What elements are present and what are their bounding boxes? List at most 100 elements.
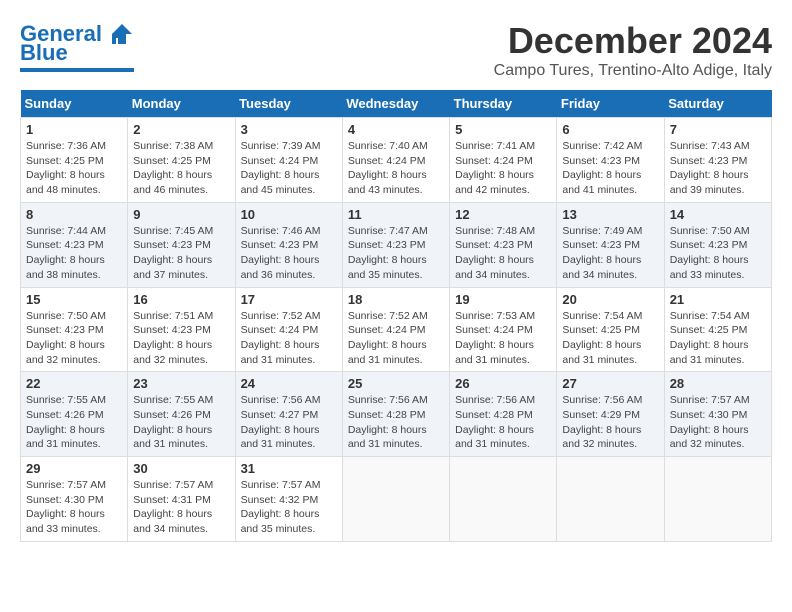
day-detail: Sunrise: 7:56 AM Sunset: 4:27 PM Dayligh… (241, 393, 337, 452)
sunset-text: Sunset: 4:23 PM (562, 238, 658, 253)
day-detail: Sunrise: 7:56 AM Sunset: 4:28 PM Dayligh… (348, 393, 444, 452)
sunset-text: Sunset: 4:26 PM (26, 408, 122, 423)
day-number: 30 (133, 461, 229, 476)
col-tuesday: Tuesday (235, 90, 342, 118)
calendar-cell: 31 Sunrise: 7:57 AM Sunset: 4:32 PM Dayl… (235, 457, 342, 542)
calendar-cell: 12 Sunrise: 7:48 AM Sunset: 4:23 PM Dayl… (450, 202, 557, 287)
calendar-cell: 15 Sunrise: 7:50 AM Sunset: 4:23 PM Dayl… (21, 287, 128, 372)
col-monday: Monday (128, 90, 235, 118)
sunset-text: Sunset: 4:29 PM (562, 408, 658, 423)
calendar-cell: 13 Sunrise: 7:49 AM Sunset: 4:23 PM Dayl… (557, 202, 664, 287)
sunrise-text: Sunrise: 7:56 AM (562, 393, 658, 408)
day-number: 2 (133, 122, 229, 137)
col-saturday: Saturday (664, 90, 771, 118)
calendar-cell: 27 Sunrise: 7:56 AM Sunset: 4:29 PM Dayl… (557, 372, 664, 457)
sunrise-text: Sunrise: 7:55 AM (26, 393, 122, 408)
day-number: 9 (133, 207, 229, 222)
daylight-text: Daylight: 8 hours and 31 minutes. (670, 338, 766, 367)
calendar-week-1: 1 Sunrise: 7:36 AM Sunset: 4:25 PM Dayli… (21, 118, 772, 203)
sunset-text: Sunset: 4:23 PM (26, 238, 122, 253)
sunrise-text: Sunrise: 7:38 AM (133, 139, 229, 154)
day-number: 8 (26, 207, 122, 222)
calendar-cell: 17 Sunrise: 7:52 AM Sunset: 4:24 PM Dayl… (235, 287, 342, 372)
sunset-text: Sunset: 4:25 PM (562, 323, 658, 338)
day-detail: Sunrise: 7:57 AM Sunset: 4:31 PM Dayligh… (133, 478, 229, 537)
sunset-text: Sunset: 4:25 PM (26, 154, 122, 169)
calendar-week-5: 29 Sunrise: 7:57 AM Sunset: 4:30 PM Dayl… (21, 457, 772, 542)
day-number: 19 (455, 292, 551, 307)
daylight-text: Daylight: 8 hours and 34 minutes. (133, 507, 229, 536)
title-section: December 2024 Campo Tures, Trentino-Alto… (494, 20, 772, 80)
day-detail: Sunrise: 7:36 AM Sunset: 4:25 PM Dayligh… (26, 139, 122, 198)
daylight-text: Daylight: 8 hours and 34 minutes. (455, 253, 551, 282)
calendar-cell: 22 Sunrise: 7:55 AM Sunset: 4:26 PM Dayl… (21, 372, 128, 457)
daylight-text: Daylight: 8 hours and 31 minutes. (241, 338, 337, 367)
sunrise-text: Sunrise: 7:36 AM (26, 139, 122, 154)
daylight-text: Daylight: 8 hours and 45 minutes. (241, 168, 337, 197)
sunset-text: Sunset: 4:23 PM (670, 238, 766, 253)
calendar-cell: 25 Sunrise: 7:56 AM Sunset: 4:28 PM Dayl… (342, 372, 449, 457)
sunrise-text: Sunrise: 7:47 AM (348, 224, 444, 239)
calendar-cell (664, 457, 771, 542)
sunset-text: Sunset: 4:24 PM (455, 323, 551, 338)
sunrise-text: Sunrise: 7:57 AM (670, 393, 766, 408)
day-number: 14 (670, 207, 766, 222)
logo-icon (104, 20, 134, 48)
sunset-text: Sunset: 4:31 PM (133, 493, 229, 508)
calendar-cell: 3 Sunrise: 7:39 AM Sunset: 4:24 PM Dayli… (235, 118, 342, 203)
sunset-text: Sunset: 4:30 PM (670, 408, 766, 423)
day-detail: Sunrise: 7:43 AM Sunset: 4:23 PM Dayligh… (670, 139, 766, 198)
page-header: General Blue December 2024 Campo Tures, … (20, 20, 772, 80)
daylight-text: Daylight: 8 hours and 31 minutes. (241, 423, 337, 452)
sunrise-text: Sunrise: 7:46 AM (241, 224, 337, 239)
calendar-cell (557, 457, 664, 542)
day-number: 22 (26, 376, 122, 391)
calendar-week-4: 22 Sunrise: 7:55 AM Sunset: 4:26 PM Dayl… (21, 372, 772, 457)
sunrise-text: Sunrise: 7:57 AM (133, 478, 229, 493)
day-detail: Sunrise: 7:56 AM Sunset: 4:28 PM Dayligh… (455, 393, 551, 452)
day-detail: Sunrise: 7:44 AM Sunset: 4:23 PM Dayligh… (26, 224, 122, 283)
daylight-text: Daylight: 8 hours and 35 minutes. (241, 507, 337, 536)
calendar-cell: 21 Sunrise: 7:54 AM Sunset: 4:25 PM Dayl… (664, 287, 771, 372)
calendar-week-3: 15 Sunrise: 7:50 AM Sunset: 4:23 PM Dayl… (21, 287, 772, 372)
day-number: 21 (670, 292, 766, 307)
sunset-text: Sunset: 4:28 PM (455, 408, 551, 423)
calendar-cell: 20 Sunrise: 7:54 AM Sunset: 4:25 PM Dayl… (557, 287, 664, 372)
sunset-text: Sunset: 4:23 PM (455, 238, 551, 253)
sunrise-text: Sunrise: 7:43 AM (670, 139, 766, 154)
sunset-text: Sunset: 4:32 PM (241, 493, 337, 508)
daylight-text: Daylight: 8 hours and 32 minutes. (26, 338, 122, 367)
day-detail: Sunrise: 7:41 AM Sunset: 4:24 PM Dayligh… (455, 139, 551, 198)
page-subtitle: Campo Tures, Trentino-Alto Adige, Italy (494, 62, 772, 80)
calendar-cell: 10 Sunrise: 7:46 AM Sunset: 4:23 PM Dayl… (235, 202, 342, 287)
col-friday: Friday (557, 90, 664, 118)
col-wednesday: Wednesday (342, 90, 449, 118)
calendar-cell: 23 Sunrise: 7:55 AM Sunset: 4:26 PM Dayl… (128, 372, 235, 457)
sunset-text: Sunset: 4:25 PM (133, 154, 229, 169)
sunrise-text: Sunrise: 7:39 AM (241, 139, 337, 154)
day-number: 25 (348, 376, 444, 391)
day-number: 15 (26, 292, 122, 307)
calendar-cell: 19 Sunrise: 7:53 AM Sunset: 4:24 PM Dayl… (450, 287, 557, 372)
day-detail: Sunrise: 7:56 AM Sunset: 4:29 PM Dayligh… (562, 393, 658, 452)
sunset-text: Sunset: 4:23 PM (26, 323, 122, 338)
calendar-cell (450, 457, 557, 542)
day-number: 27 (562, 376, 658, 391)
sunrise-text: Sunrise: 7:50 AM (26, 309, 122, 324)
calendar-cell: 28 Sunrise: 7:57 AM Sunset: 4:30 PM Dayl… (664, 372, 771, 457)
daylight-text: Daylight: 8 hours and 41 minutes. (562, 168, 658, 197)
day-detail: Sunrise: 7:47 AM Sunset: 4:23 PM Dayligh… (348, 224, 444, 283)
day-detail: Sunrise: 7:38 AM Sunset: 4:25 PM Dayligh… (133, 139, 229, 198)
daylight-text: Daylight: 8 hours and 32 minutes. (670, 423, 766, 452)
day-detail: Sunrise: 7:46 AM Sunset: 4:23 PM Dayligh… (241, 224, 337, 283)
sunset-text: Sunset: 4:24 PM (241, 323, 337, 338)
sunset-text: Sunset: 4:24 PM (348, 154, 444, 169)
calendar-cell: 1 Sunrise: 7:36 AM Sunset: 4:25 PM Dayli… (21, 118, 128, 203)
daylight-text: Daylight: 8 hours and 42 minutes. (455, 168, 551, 197)
calendar-cell: 26 Sunrise: 7:56 AM Sunset: 4:28 PM Dayl… (450, 372, 557, 457)
sunset-text: Sunset: 4:25 PM (670, 323, 766, 338)
calendar-table: Sunday Monday Tuesday Wednesday Thursday… (20, 90, 772, 542)
day-detail: Sunrise: 7:57 AM Sunset: 4:30 PM Dayligh… (26, 478, 122, 537)
sunset-text: Sunset: 4:26 PM (133, 408, 229, 423)
sunset-text: Sunset: 4:23 PM (562, 154, 658, 169)
